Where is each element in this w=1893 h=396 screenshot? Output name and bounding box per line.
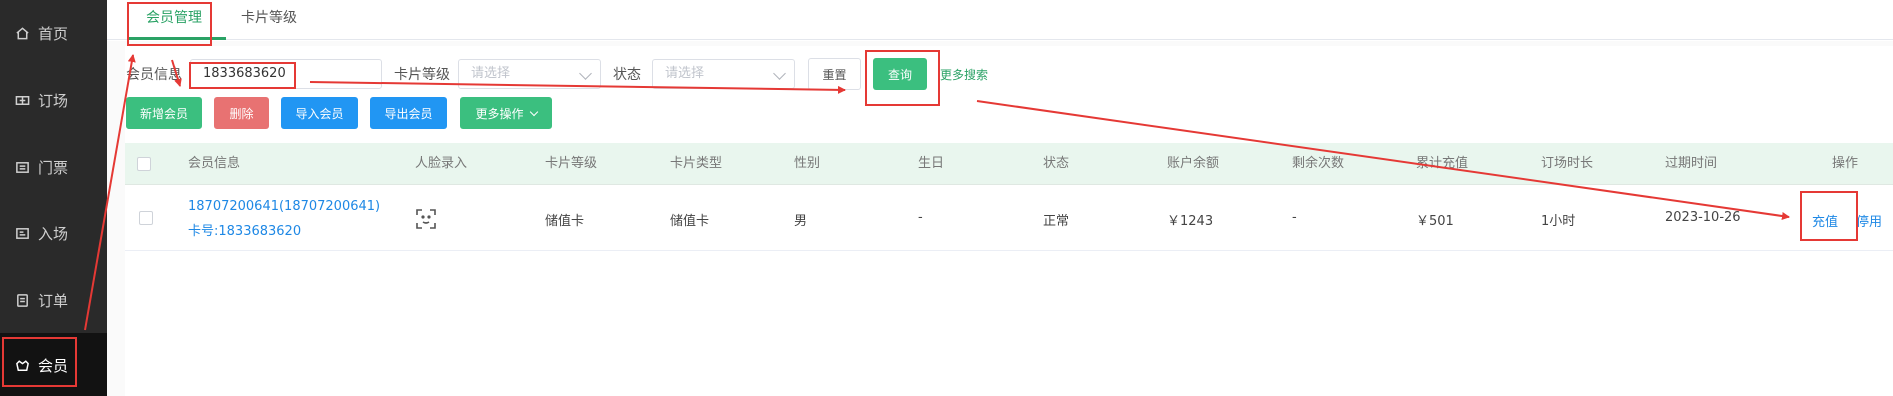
chevron-down-icon xyxy=(579,67,592,80)
select-all-checkbox[interactable] xyxy=(137,157,151,171)
disable-link[interactable]: 停用 xyxy=(1856,211,1882,230)
status-cell: 正常 xyxy=(1043,214,1070,229)
birthday-cell: - xyxy=(918,210,923,225)
more-search-link[interactable]: 更多搜索 xyxy=(940,66,988,83)
app-window: 首页 订场 门票 入场 订单 会员 会员管理 卡片等级 会员信息 1833683… xyxy=(0,0,1893,396)
sidebar-item-label: 首页 xyxy=(38,24,69,43)
column-header: 人脸录入 xyxy=(415,156,468,171)
status-placeholder: 请选择 xyxy=(665,66,705,81)
ticket-icon xyxy=(14,159,30,175)
balance-cell: ￥1243 xyxy=(1167,214,1214,229)
tab-bar: 会员管理 卡片等级 xyxy=(107,0,1893,40)
order-icon xyxy=(14,292,30,308)
entry-icon xyxy=(14,225,30,241)
column-header: 过期时间 xyxy=(1665,156,1718,171)
expire-time-cell: 2023-10-26 xyxy=(1665,210,1741,225)
more-operations-label: 更多操作 xyxy=(475,106,524,121)
tab-card-level[interactable]: 卡片等级 xyxy=(241,0,297,40)
court-icon xyxy=(14,92,30,108)
table-header: 会员信息 人脸录入 卡片等级 卡片类型 性别 生日 状态 账户余额 剩余次数 累… xyxy=(125,143,1893,185)
delete-button[interactable]: 删除 xyxy=(214,97,269,129)
column-header: 卡片类型 xyxy=(670,156,723,171)
chevron-down-icon xyxy=(529,107,538,116)
card-number-link[interactable]: 卡号:1833683620 xyxy=(188,220,301,239)
row-checkbox[interactable] xyxy=(139,211,153,225)
remaining-times-cell: - xyxy=(1292,210,1297,225)
column-header: 账户余额 xyxy=(1167,156,1220,171)
sidebar-item-orders[interactable]: 订单 xyxy=(0,270,107,330)
card-level-cell: 储值卡 xyxy=(545,214,585,229)
reset-button[interactable]: 重置 xyxy=(808,58,861,90)
sidebar-item-booking[interactable]: 订场 xyxy=(0,70,107,130)
member-name-link[interactable]: 18707200641(18707200641) xyxy=(188,199,380,214)
annotation-box-query xyxy=(865,50,940,106)
card-level-label: 卡片等级 xyxy=(394,67,450,83)
sidebar-item-label: 门票 xyxy=(38,158,69,177)
sidebar-item-tickets[interactable]: 门票 xyxy=(0,137,107,197)
booking-duration-cell: 1小时 xyxy=(1541,214,1576,229)
annotation-box-tab xyxy=(127,2,212,46)
add-member-button[interactable]: 新增会员 xyxy=(126,97,202,129)
card-type-cell: 储值卡 xyxy=(670,214,710,229)
face-capture-icon[interactable] xyxy=(415,208,437,234)
status-select[interactable]: 请选择 xyxy=(652,59,795,89)
gender-cell: 男 xyxy=(794,214,808,229)
import-member-button[interactable]: 导入会员 xyxy=(281,97,358,129)
column-header: 性别 xyxy=(794,156,821,171)
annotation-box-input xyxy=(189,62,296,89)
sidebar-item-label: 入场 xyxy=(38,224,69,243)
member-info-label: 会员信息 xyxy=(126,67,182,83)
column-header: 会员信息 xyxy=(188,156,241,171)
column-header: 订场时长 xyxy=(1541,156,1594,171)
annotation-box-member xyxy=(2,337,77,387)
table-row: 18707200641(18707200641) 卡号:1833683620 储… xyxy=(125,185,1893,251)
column-header: 累计充值 xyxy=(1416,156,1469,171)
status-label: 状态 xyxy=(613,67,641,83)
export-member-button[interactable]: 导出会员 xyxy=(370,97,447,129)
sidebar-item-label: 订场 xyxy=(38,91,69,110)
column-header: 生日 xyxy=(918,156,945,171)
column-header: 剩余次数 xyxy=(1292,156,1345,171)
column-header: 状态 xyxy=(1043,156,1070,171)
card-level-placeholder: 请选择 xyxy=(471,66,511,81)
column-header: 操作 xyxy=(1832,156,1859,171)
home-icon xyxy=(14,25,30,41)
column-header: 卡片等级 xyxy=(545,156,598,171)
card-level-select[interactable]: 请选择 xyxy=(458,59,601,89)
sidebar-item-entry[interactable]: 入场 xyxy=(0,203,107,263)
sidebar-item-home[interactable]: 首页 xyxy=(0,3,107,63)
more-operations-button[interactable]: 更多操作 xyxy=(460,97,552,129)
total-recharge-cell: ￥501 xyxy=(1416,214,1454,229)
chevron-down-icon xyxy=(773,67,786,80)
sidebar-item-label: 订单 xyxy=(38,291,69,310)
annotation-box-recharge xyxy=(1800,191,1858,241)
